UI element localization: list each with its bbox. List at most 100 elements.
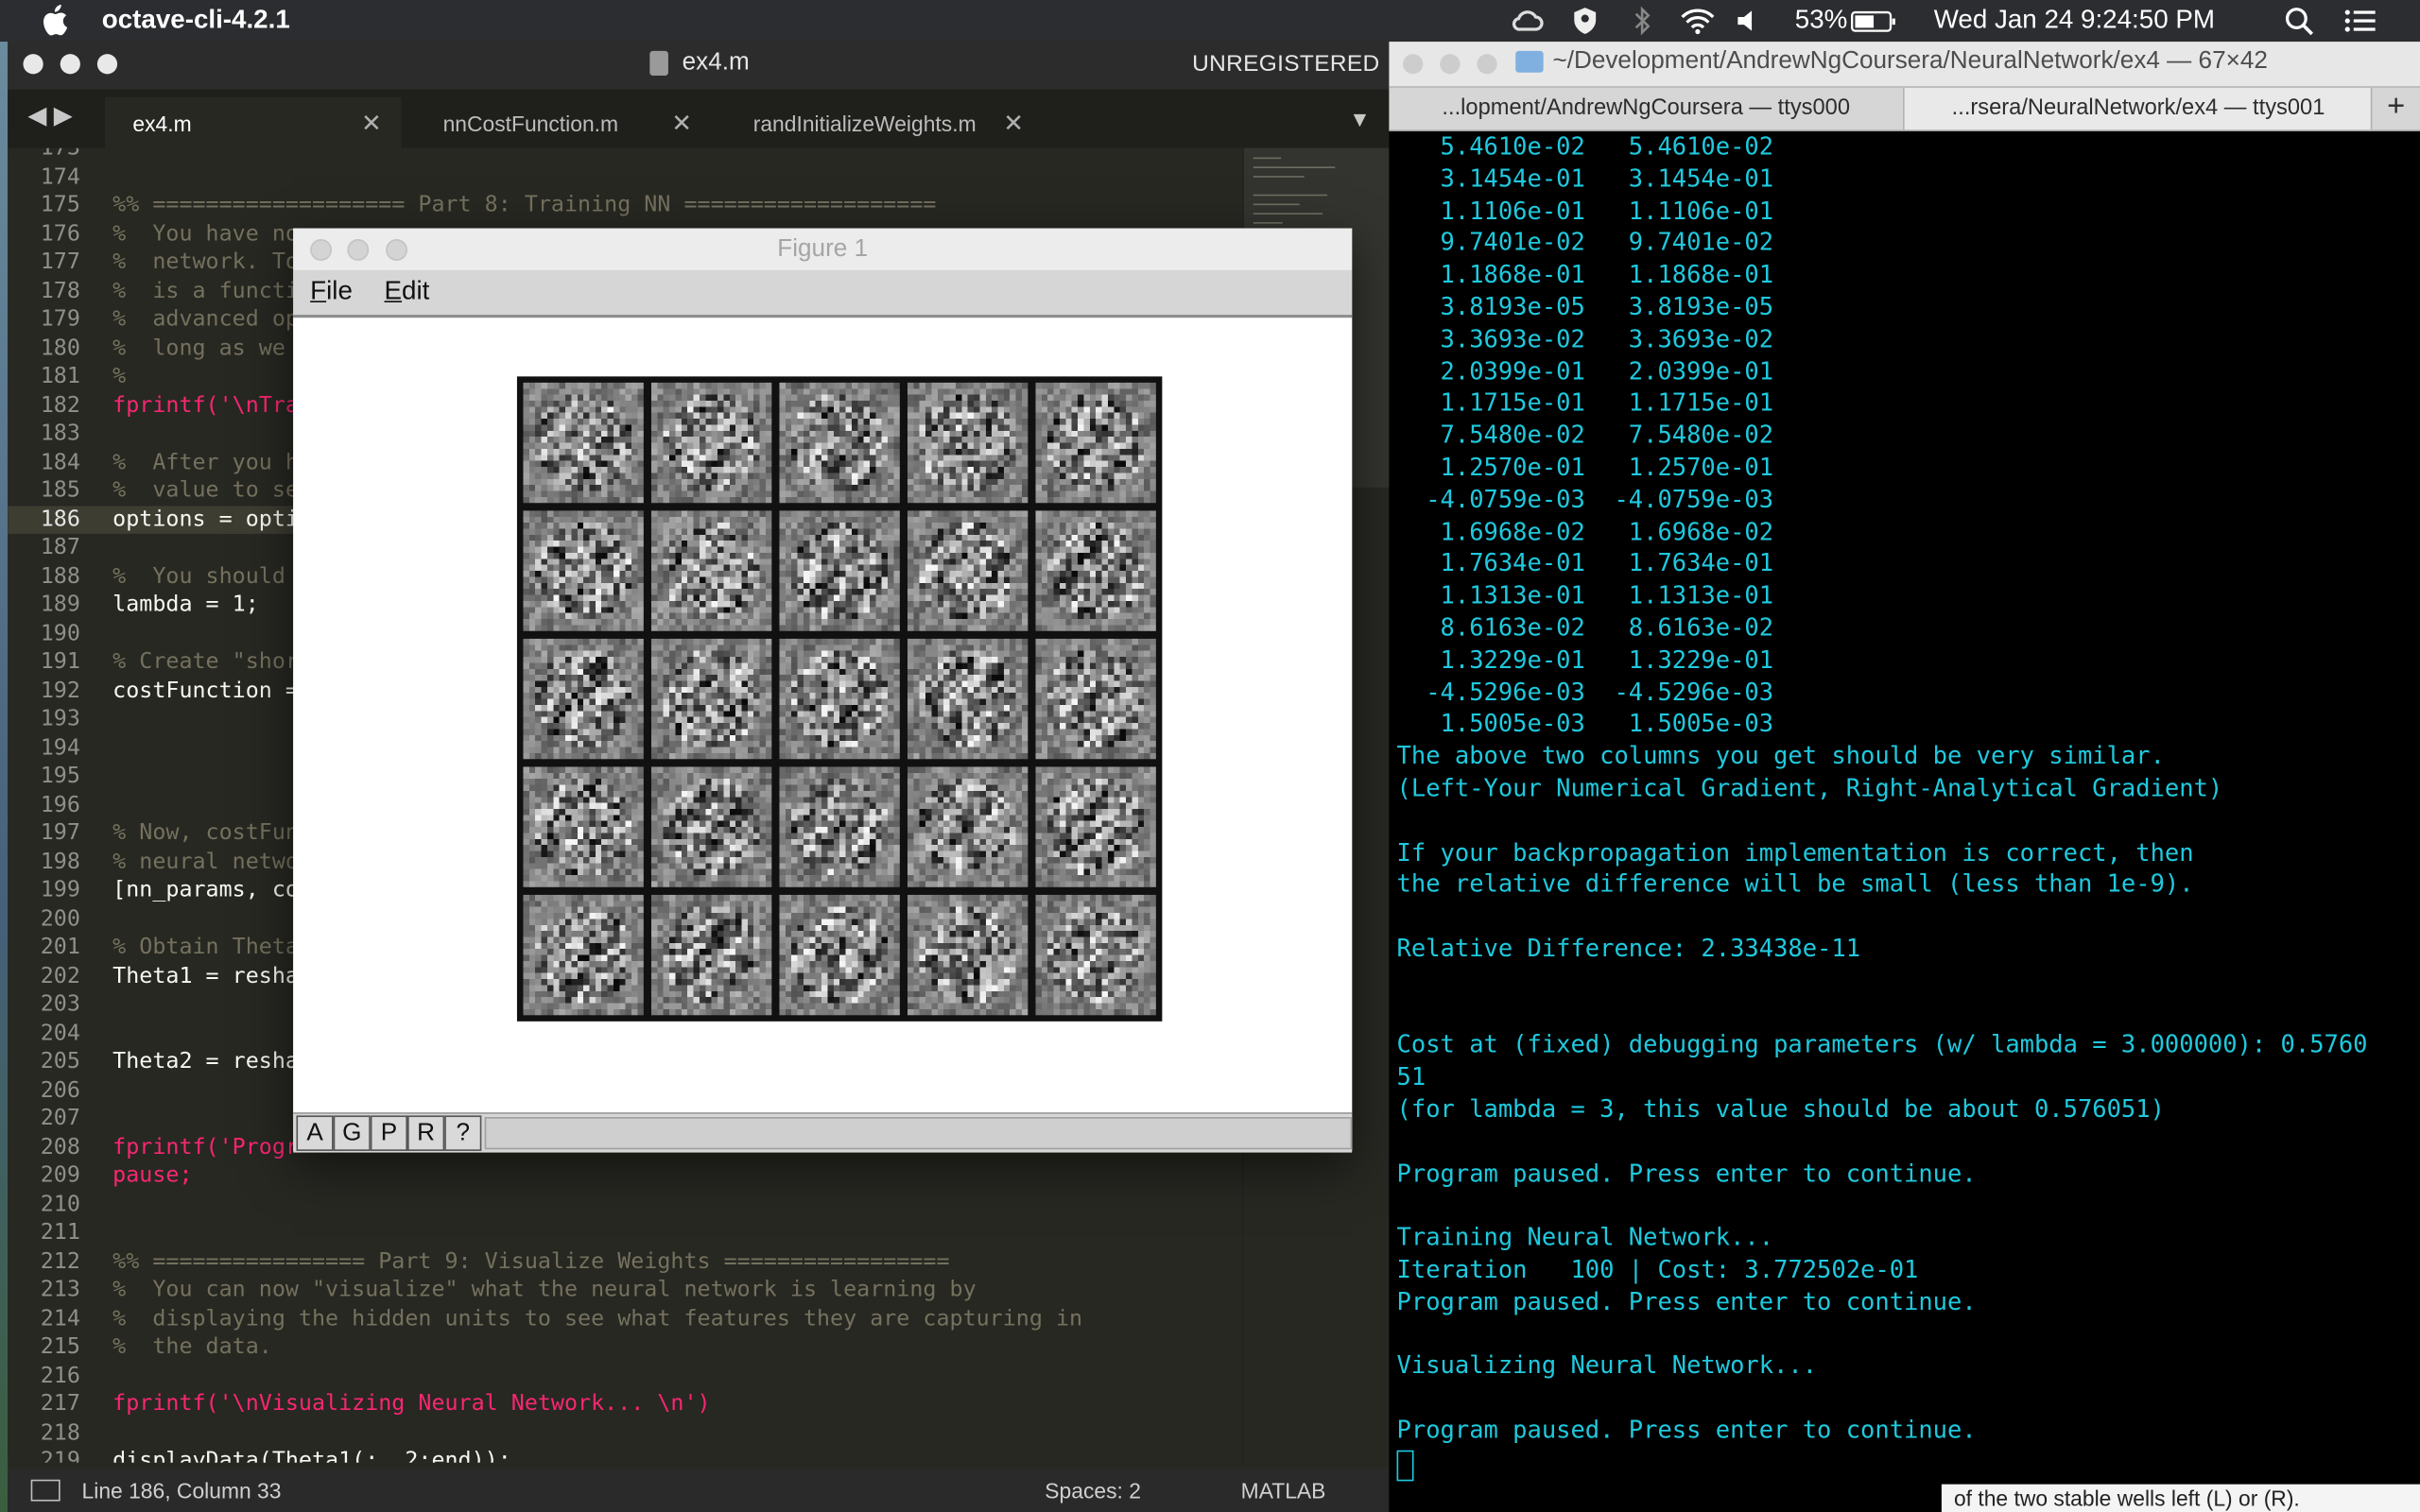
apple-icon[interactable] (40, 4, 68, 36)
code-line[interactable]: displayData(Theta1(:, 2:end)); (112, 1447, 511, 1463)
active-app-name[interactable]: octave-cli-4.2.1 (102, 5, 290, 36)
code-line[interactable]: lambda = 1; (112, 591, 259, 619)
tab-label: nnCostFunction.m (442, 111, 619, 136)
code-line[interactable]: options = opti (112, 506, 299, 534)
zoom-window-button[interactable] (386, 239, 408, 261)
code-line[interactable]: % You can now "visualize" what the neura… (112, 1276, 976, 1304)
code-line[interactable]: % is a functi (112, 277, 299, 305)
code-line[interactable]: % Obtain Theta (112, 934, 299, 962)
line-number: 197 (40, 820, 80, 846)
terminal-tab-bar: ...lopment/AndrewNgCoursera — ttys000 ..… (1389, 86, 2420, 131)
close-tab-icon[interactable]: ✕ (671, 108, 692, 139)
code-line[interactable]: % displaying the hidden units to see wha… (112, 1304, 1082, 1332)
code-line[interactable]: fprintf('\nTra (112, 391, 299, 420)
close-window-button[interactable] (310, 239, 333, 261)
terminal-tab-ttys000[interactable]: ...lopment/AndrewNgCoursera — ttys000 (1389, 88, 1905, 130)
terminal-line: (Left-Your Numerical Gradient, Right-Ana… (1396, 774, 2223, 802)
tab-dropdown-icon[interactable]: ▼ (1349, 107, 1371, 131)
volume-icon[interactable] (1735, 7, 1759, 36)
code-line[interactable]: % You have no (112, 220, 299, 249)
code-line[interactable]: % the data. (112, 1333, 272, 1362)
tab-ex4[interactable]: ex4.m ✕ (105, 96, 402, 148)
code-line[interactable]: costFunction = (112, 677, 299, 705)
close-window-button[interactable] (23, 54, 43, 75)
minimap-line (1253, 194, 1327, 197)
menu-file[interactable]: File (310, 276, 353, 307)
terminal-line: 3.1454e-01 3.1454e-01 (1396, 164, 1774, 193)
code-line[interactable]: % neural netwo (112, 848, 299, 876)
wifi-icon[interactable] (1679, 7, 1716, 36)
notification-center-icon[interactable] (2342, 7, 2377, 36)
terminal-line: 1.1868e-01 1.1868e-01 (1396, 261, 1774, 289)
code-line[interactable]: % Create "shor (112, 648, 299, 677)
tab-label: randInitializeWeights.m (752, 111, 977, 136)
line-number: 212 (40, 1248, 80, 1274)
line-number: 183 (40, 421, 80, 446)
tab-label: ...lopment/AndrewNgCoursera — ttys000 (1442, 95, 1851, 121)
terminal-line: Iteration 100 | Cost: 3.772502e-01 (1396, 1255, 1919, 1284)
code-line[interactable]: % value to se (112, 476, 299, 505)
battery-icon[interactable] (1851, 7, 1897, 36)
code-line[interactable]: Theta1 = resha (112, 962, 299, 990)
figure-canvas[interactable] (293, 318, 1353, 1113)
toolbar-button-help[interactable]: ? (444, 1115, 482, 1151)
close-tab-icon[interactable]: ✕ (1003, 108, 1024, 139)
code-line[interactable]: fprintf('Progr (112, 1133, 299, 1161)
tab-label: ...rsera/NeuralNetwork/ex4 — ttys001 (1951, 95, 2325, 121)
minimize-window-button[interactable] (347, 239, 370, 261)
menu-clock[interactable]: Wed Jan 24 9:24:50 PM (1934, 5, 2215, 36)
shield-icon[interactable] (1571, 7, 1599, 36)
figure-titlebar[interactable]: Figure 1 (293, 228, 1353, 270)
terminal-line: the relative difference will be small (l… (1396, 870, 2194, 899)
line-number: 198 (40, 849, 80, 874)
new-tab-button[interactable]: + (2370, 88, 2420, 130)
toolbar-button-p[interactable]: P (370, 1115, 408, 1151)
toolbar-button-g[interactable]: G (333, 1115, 371, 1151)
toolbar-button-r[interactable]: R (407, 1115, 445, 1151)
figure-title: Figure 1 (777, 235, 869, 263)
toolbar-button-a[interactable]: A (296, 1115, 334, 1151)
code-line[interactable]: % (112, 363, 126, 391)
code-line[interactable]: % After you h (112, 448, 299, 476)
creative-cloud-icon[interactable] (1510, 7, 1547, 36)
bluetooth-icon[interactable] (1632, 6, 1653, 36)
figure-status-field[interactable] (484, 1117, 1353, 1150)
terminal-tab-ttys001[interactable]: ...rsera/NeuralNetwork/ex4 — ttys001 (1904, 88, 2373, 130)
background-window-text: of the two stable wells left (L) or (R). (1941, 1484, 2420, 1512)
code-line[interactable]: % network. To (112, 249, 299, 277)
panel-toggle-icon[interactable] (30, 1479, 60, 1502)
code-line[interactable]: % You should (112, 562, 285, 591)
terminal-output[interactable]: 5.4610e-02 5.4610e-02 3.1454e-01 3.1454e… (1389, 131, 2420, 1512)
code-line[interactable]: %% ================ Part 9: Visualize We… (112, 1247, 949, 1276)
line-number: 204 (40, 1021, 80, 1046)
code-line[interactable]: % Now, costFun (112, 819, 299, 848)
tab-nncostfunction[interactable]: nnCostFunction.m ✕ (415, 97, 711, 148)
code-line[interactable]: pause; (112, 1161, 192, 1190)
terminal-line: -4.0759e-03 -4.0759e-03 (1396, 485, 1774, 514)
zoom-window-button[interactable] (1477, 54, 1497, 75)
code-line[interactable]: %% =================== Part 8: Training … (112, 191, 936, 219)
spotlight-icon[interactable] (2284, 7, 2315, 36)
close-window-button[interactable] (1403, 54, 1424, 75)
cursor-position[interactable]: Line 186, Column 33 (82, 1478, 282, 1503)
zoom-window-button[interactable] (96, 54, 118, 75)
editor-titlebar[interactable]: ex4.m UNREGISTERED (8, 42, 1390, 90)
minimize-window-button[interactable] (60, 54, 80, 75)
close-tab-icon[interactable]: ✕ (361, 108, 382, 139)
code-line[interactable]: % long as we (112, 334, 285, 362)
line-number: 173 (40, 147, 80, 161)
code-line[interactable]: [nn_params, co (112, 876, 299, 904)
syntax-selector[interactable]: MATLAB (1241, 1478, 1326, 1503)
tab-nav-arrows-icon[interactable]: ◀ ▶ (27, 100, 72, 131)
hidden-unit-image (779, 766, 900, 887)
terminal-titlebar[interactable]: ~/Development/AndrewNgCoursera/NeuralNet… (1389, 42, 2420, 87)
indentation-setting[interactable]: Spaces: 2 (1045, 1478, 1141, 1503)
code-line[interactable]: Theta2 = resha (112, 1048, 299, 1076)
code-line[interactable]: % advanced op (112, 305, 299, 334)
minimize-window-button[interactable] (1440, 54, 1461, 75)
line-number: 196 (40, 792, 80, 817)
battery-percent[interactable]: 53% (1795, 5, 1848, 36)
code-line[interactable]: fprintf('\nVisualizing Neural Network...… (112, 1390, 710, 1418)
menu-edit[interactable]: Edit (385, 276, 430, 307)
tab-randinitializeweights[interactable]: randInitializeWeights.m ✕ (725, 97, 1049, 148)
